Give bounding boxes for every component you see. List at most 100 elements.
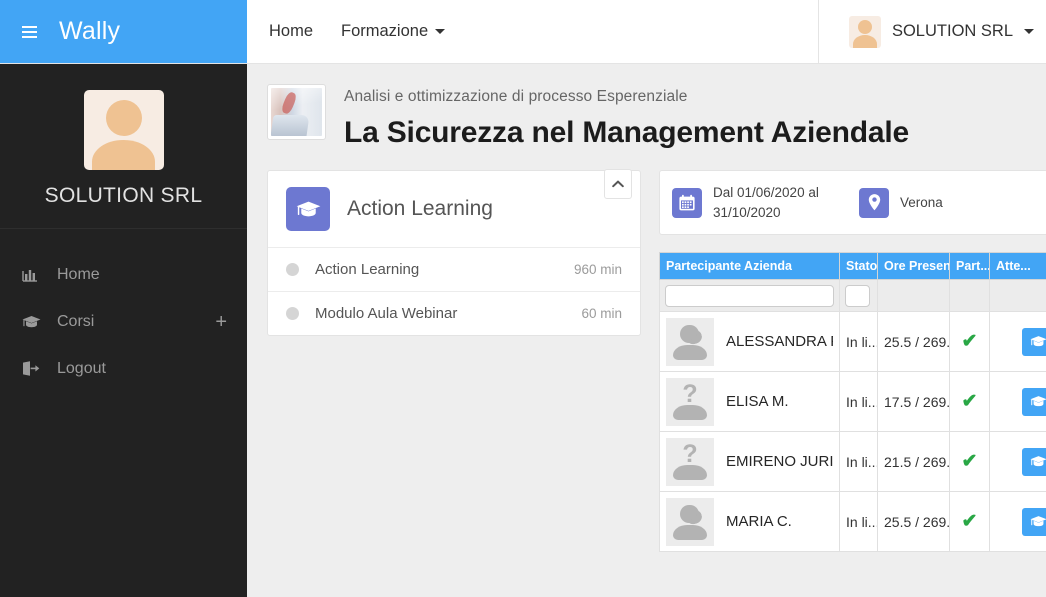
participant-name: MARIA C. <box>726 513 792 530</box>
sidebar-company-name: SOLUTION SRL <box>44 184 203 207</box>
attestato-button[interactable] <box>1021 327 1046 356</box>
filter-cell-ore <box>877 279 950 312</box>
cell-partecipa: ✔ <box>949 491 990 552</box>
table-row[interactable]: MARIA C. In li... 25.5 / 269.5 ✔ <box>659 491 1046 552</box>
filter-input-partecipante[interactable] <box>665 284 834 307</box>
sidebar: SOLUTION SRL Home Corsi + Logout <box>0 64 247 597</box>
sidebar-menu: Home Corsi + Logout <box>0 229 247 392</box>
sidebar-item-home[interactable]: Home <box>0 251 247 298</box>
column-header-partecipa[interactable]: Part... <box>949 252 990 280</box>
filter-cell-partecipante <box>659 279 840 312</box>
female-avatar-icon <box>666 317 714 366</box>
brand-name[interactable]: Wally <box>59 17 120 46</box>
cell-partecipante: ALESSANDRA P. <box>659 311 840 372</box>
nav-link-formazione[interactable]: Formazione <box>341 22 446 41</box>
unknown-avatar-icon: ? <box>666 377 714 426</box>
top-navbar: Wally Home Formazione SOLUTION SRL <box>0 0 1046 64</box>
course-info-box: Dal 01/06/2020 al 31/10/2020 Verona <box>659 170 1046 235</box>
nav-links: Home Formazione <box>247 0 446 63</box>
check-icon: ✔ <box>961 511 978 532</box>
nav-user-menu[interactable]: SOLUTION SRL <box>817 0 1046 63</box>
user-avatar-icon <box>848 15 881 48</box>
course-subtitle: Analisi e ottimizzazione di processo Esp… <box>344 88 688 105</box>
participant-name: EMIRENO JURI G <box>726 453 833 470</box>
cell-attestato <box>989 431 1046 492</box>
course-dates: Dal 01/06/2020 al 31/10/2020 <box>672 183 831 222</box>
right-column: Dal 01/06/2020 al 31/10/2020 Verona Part… <box>659 170 1046 552</box>
column-header-partecipante[interactable]: Partecipante Azienda <box>659 252 840 280</box>
nav-link-home-label: Home <box>269 22 314 40</box>
status-dot-icon <box>286 263 299 276</box>
participant-name: ELISA M. <box>726 393 789 410</box>
cell-partecipa: ✔ <box>949 431 990 492</box>
filter-input-stato[interactable] <box>845 284 870 307</box>
list-item[interactable]: Action Learning 960 min <box>268 247 640 291</box>
chevron-down-icon <box>1024 29 1034 34</box>
module-duration: 960 min <box>573 262 622 277</box>
sidebar-item-corsi[interactable]: Corsi + <box>0 298 247 345</box>
module-card-title: Action Learning <box>347 197 493 220</box>
table-row[interactable]: ? EMIRENO JURI G In li... 21.5 / 269.5 ✔ <box>659 431 1046 492</box>
cell-stato: In li... <box>839 431 878 492</box>
nav-user-name: SOLUTION SRL <box>891 22 1013 40</box>
cell-attestato <box>989 311 1046 372</box>
cell-attestato <box>989 491 1046 552</box>
table-row[interactable]: ? ELISA M. In li... 17.5 / 269.5 ✔ <box>659 371 1046 432</box>
graduation-cap-icon <box>286 187 330 231</box>
sidebar-profile: SOLUTION SRL <box>0 64 247 229</box>
cell-partecipante: ? ELISA M. <box>659 371 840 432</box>
check-icon: ✔ <box>961 391 978 412</box>
column-header-ore-presenza[interactable]: Ore Presenz... <box>877 252 950 280</box>
participants-table: Partecipante Azienda Stato Ore Presenz..… <box>659 252 1046 552</box>
module-card-header: Action Learning <box>268 171 640 247</box>
chart-bar-icon <box>22 267 46 282</box>
calendar-icon <box>672 187 702 218</box>
attestato-button[interactable] <box>1021 387 1046 416</box>
map-pin-icon <box>859 187 889 218</box>
chevron-up-icon[interactable] <box>604 169 632 199</box>
main-content: Analisi e ottimizzazione di processo Esp… <box>247 64 1046 597</box>
course-meta: Analisi e ottimizzazione di processo Esp… <box>344 84 909 150</box>
sidebar-item-logout[interactable]: Logout <box>0 345 247 392</box>
filter-cell-stato <box>839 279 878 312</box>
table-header-row: Partecipante Azienda Stato Ore Presenz..… <box>659 252 1046 280</box>
course-header: Analisi e ottimizzazione di processo Esp… <box>247 64 1046 150</box>
nav-link-formazione-label: Formazione <box>341 22 429 40</box>
check-icon: ✔ <box>961 451 978 472</box>
cell-ore-presenza: 25.5 / 269.5 <box>877 491 950 552</box>
cell-partecipa: ✔ <box>949 371 990 432</box>
module-name: Modulo Aula Webinar <box>315 305 458 322</box>
graduation-cap-icon <box>22 315 46 329</box>
column-header-attestato[interactable]: Atte... <box>989 252 1046 280</box>
column-header-stato[interactable]: Stato <box>839 252 878 280</box>
sidebar-item-home-label: Home <box>57 265 100 283</box>
sidebar-item-corsi-label: Corsi <box>57 312 95 330</box>
user-avatar-icon <box>83 90 164 170</box>
nav-link-home[interactable]: Home <box>269 22 313 41</box>
unknown-avatar-icon: ? <box>666 437 714 486</box>
page-title: La Sicurezza nel Management Aziendale <box>344 116 909 149</box>
table-row[interactable]: ALESSANDRA P. In li... 25.5 / 269.5 ✔ <box>659 311 1046 372</box>
brand-block: Wally <box>0 0 247 63</box>
app-root: Wally Home Formazione SOLUTION SRL SOLUT… <box>0 0 1046 597</box>
attestato-button[interactable] <box>1021 507 1046 536</box>
list-item[interactable]: Modulo Aula Webinar 60 min <box>268 291 640 335</box>
status-dot-icon <box>286 307 299 320</box>
table-filter-row <box>659 279 1046 312</box>
cell-partecipa: ✔ <box>949 311 990 372</box>
add-corso-button[interactable]: + <box>215 312 227 332</box>
cell-partecipante: MARIA C. <box>659 491 840 552</box>
hamburger-icon[interactable] <box>22 25 37 38</box>
cell-stato: In li... <box>839 491 878 552</box>
participant-name: ALESSANDRA P. <box>726 333 833 350</box>
cell-partecipante: ? EMIRENO JURI G <box>659 431 840 492</box>
content-panes: Action Learning Action Learning 960 min … <box>247 150 1046 552</box>
course-location-label: Verona <box>900 194 943 210</box>
filter-cell-attestato <box>989 279 1046 312</box>
course-date-range: Dal 01/06/2020 al 31/10/2020 <box>713 184 819 220</box>
check-icon: ✔ <box>961 331 978 352</box>
course-location: Verona <box>859 187 943 218</box>
attestato-button[interactable] <box>1021 447 1046 476</box>
cell-attestato <box>989 371 1046 432</box>
cell-ore-presenza: 25.5 / 269.5 <box>877 311 950 372</box>
